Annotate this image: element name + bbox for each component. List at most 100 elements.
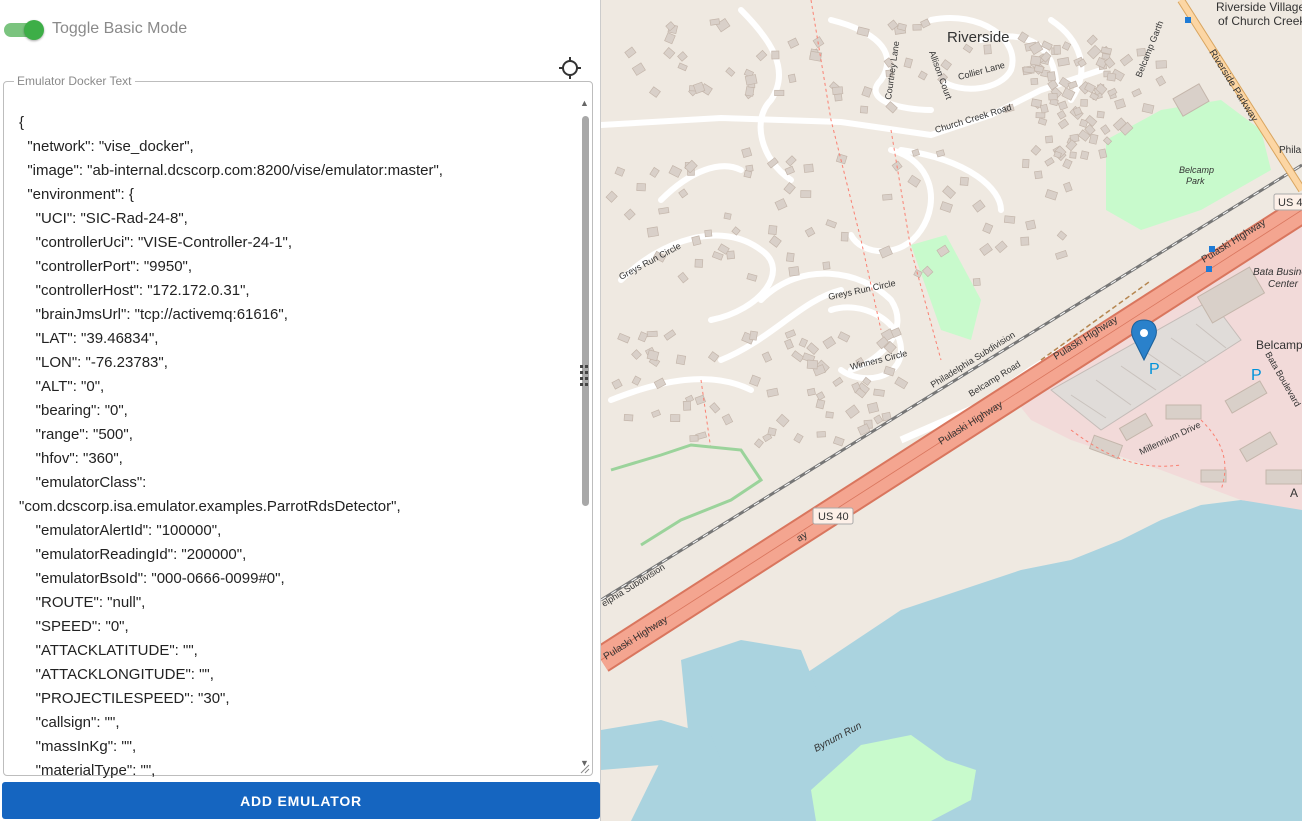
map-building (689, 435, 699, 442)
map-building (882, 193, 893, 201)
map-building (744, 74, 758, 86)
map-building (1106, 72, 1117, 82)
json-line: "ALT": "0", (19, 378, 105, 395)
json-line: "callsign": "", (19, 714, 120, 731)
label-bata-1: Bata Busine (1253, 267, 1302, 278)
map-building (670, 414, 681, 423)
json-line: "ROUTE": "null", (19, 594, 146, 611)
map-building (1080, 98, 1088, 107)
json-line: "bearing": "0", (19, 402, 128, 419)
scroll-up-arrow-icon[interactable]: ▲ (580, 98, 589, 108)
json-line: "brainJmsUrl": "tcp://activemq:61616", (19, 306, 288, 323)
json-line: "materialType": "", (19, 762, 156, 779)
map-building (767, 427, 777, 437)
map-building (723, 212, 732, 220)
json-line: "hfov": "360", (19, 450, 123, 467)
map-building (786, 252, 795, 263)
map-building (1088, 133, 1099, 145)
label-phila-edge: Phila (1279, 145, 1302, 156)
emulator-docker-legend: Emulator Docker Text (17, 74, 132, 88)
map-building (744, 86, 755, 97)
emulator-panel: Toggle Basic Mode Emulator Docker Text {… (0, 0, 601, 821)
map-building (840, 231, 849, 242)
add-emulator-button[interactable]: ADD EMULATOR (2, 782, 600, 819)
map-building (749, 330, 758, 341)
docker-json-text[interactable]: { "network": "vise_docker", "image": "ab… (19, 111, 579, 783)
map-building (800, 190, 812, 198)
map-building (709, 18, 721, 26)
json-line: "ATTACKLONGITUDE": "", (19, 666, 214, 683)
map-building (1003, 215, 1016, 224)
panel-resize-handle-icon[interactable] (580, 364, 588, 388)
map-building (972, 277, 981, 287)
json-line: { (19, 114, 25, 131)
map-building (1080, 150, 1090, 160)
map-building (806, 387, 816, 397)
map-building (1048, 92, 1058, 101)
map-building (859, 105, 869, 114)
map-building (1035, 112, 1046, 119)
json-line: "controllerUci": "VISE-Controller-24-1", (19, 234, 293, 251)
label-riverside-village-2: of Church Creek (1218, 14, 1302, 28)
map-building (1025, 219, 1037, 231)
map-building (832, 86, 844, 95)
parking-icon-2: P (1251, 367, 1262, 384)
json-line: "PROJECTILESPEED": "30", (19, 690, 230, 707)
json-line: "LON": "-76.23783", (19, 354, 168, 371)
map-building (743, 169, 753, 179)
map-building (646, 226, 659, 238)
map-building (1022, 158, 1030, 169)
scroll-thumb[interactable] (582, 116, 589, 506)
map-building (1155, 60, 1168, 69)
label-belcamp-park-2: Park (1186, 176, 1205, 186)
toggle-label: Toggle Basic Mode (52, 20, 188, 37)
json-line: "UCI": "SIC-Rad-24-8", (19, 210, 188, 227)
map-building (691, 235, 702, 246)
json-line: "image": "ab-internal.dcscorp.com:8200/v… (19, 162, 443, 179)
map-building (768, 225, 778, 235)
map-building (866, 402, 880, 414)
map-building (1053, 44, 1061, 55)
emulator-docker-text[interactable]: Emulator Docker Text { "network": "vise_… (3, 74, 593, 779)
json-line: "range": "500", (19, 426, 133, 443)
map-building (816, 431, 826, 438)
textarea-scrollbar[interactable]: ▲ ▼ (580, 98, 590, 773)
map-building (646, 330, 658, 338)
json-line: "ATTACKLATITUDE": "", (19, 642, 198, 659)
json-line: "emulatorAlertId": "100000", (19, 522, 222, 539)
map-building (1039, 103, 1049, 114)
map-building (1096, 110, 1105, 119)
map-building (815, 398, 826, 410)
map-building (1057, 57, 1070, 67)
map-building (682, 400, 692, 411)
map-poi-icon (1209, 246, 1215, 252)
map-building (1030, 77, 1039, 86)
map-building (822, 261, 831, 270)
label-riverside-village-1: Riverside Village (1216, 0, 1302, 14)
label-bata-2: Center (1268, 279, 1299, 290)
map-view[interactable]: Riverside Riverside Village of Church Cr… (601, 0, 1302, 821)
json-line: "emulatorBsoId": "000-0666-0099#0", (19, 570, 285, 587)
map-canvas[interactable]: Riverside Riverside Village of Church Cr… (601, 0, 1302, 821)
map-building (806, 359, 819, 370)
map-building (825, 411, 834, 419)
map-poi-icon (1185, 17, 1191, 23)
map-building (774, 89, 785, 96)
json-line: "controllerPort": "9950", (19, 258, 193, 275)
map-building (1029, 55, 1042, 66)
parking-icon: P (1149, 361, 1160, 378)
textarea-resize-grip-icon[interactable] (580, 764, 590, 774)
map-building (623, 414, 634, 422)
map-building (694, 258, 704, 268)
label-belcamp-right: Belcamp (1256, 338, 1302, 352)
map-building (1023, 66, 1036, 74)
map-building (1020, 236, 1030, 246)
map-building (959, 176, 969, 186)
basic-mode-toggle[interactable] (4, 19, 44, 40)
json-line: "emulatorClass": (19, 474, 147, 491)
toggle-thumb (24, 20, 44, 40)
json-line: "com.dcscorp.isa.emulator.examples.Parro… (19, 498, 401, 515)
map-building (803, 163, 814, 173)
map-building (636, 183, 646, 192)
json-line: "network": "vise_docker", (19, 138, 194, 155)
